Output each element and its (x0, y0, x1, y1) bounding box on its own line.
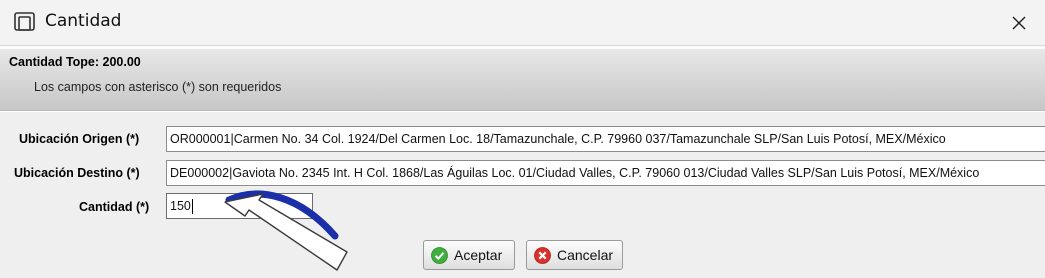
destino-label: Ubicación Destino (*) (14, 166, 140, 180)
aceptar-button[interactable]: Aceptar (423, 240, 515, 270)
title-bar: Cantidad (0, 0, 1045, 46)
header-highlight (0, 46, 1045, 49)
close-button[interactable] (1002, 6, 1036, 40)
window-app-icon (14, 12, 35, 31)
check-icon (431, 247, 448, 264)
text-caret (191, 199, 193, 215)
cantidad-input[interactable]: 150 (166, 193, 313, 219)
dialog-header: Cantidad Tope: 200.00 Los campos con ast… (0, 46, 1045, 111)
origen-label: Ubicación Origen (*) (19, 132, 140, 146)
cantidad-tope-label: Cantidad Tope: 200.00 (9, 55, 141, 69)
cantidad-label: Cantidad (*) (79, 200, 150, 214)
destino-field[interactable]: DE000002|Gaviota No. 2345 Int. H Col. 18… (166, 160, 1045, 186)
window-title: Cantidad (45, 11, 122, 31)
origen-field[interactable]: OR000001|Carmen No. 34 Col. 1924/Del Car… (166, 126, 1045, 152)
cancelar-label: Cancelar (557, 247, 614, 263)
cancel-icon (534, 247, 551, 264)
cancelar-button[interactable]: Cancelar (526, 240, 623, 270)
aceptar-label: Aceptar (454, 247, 503, 263)
required-fields-hint: Los campos con asterisco (*) son requeri… (34, 80, 282, 94)
close-icon (1012, 16, 1026, 30)
cantidad-value: 150 (170, 199, 191, 213)
